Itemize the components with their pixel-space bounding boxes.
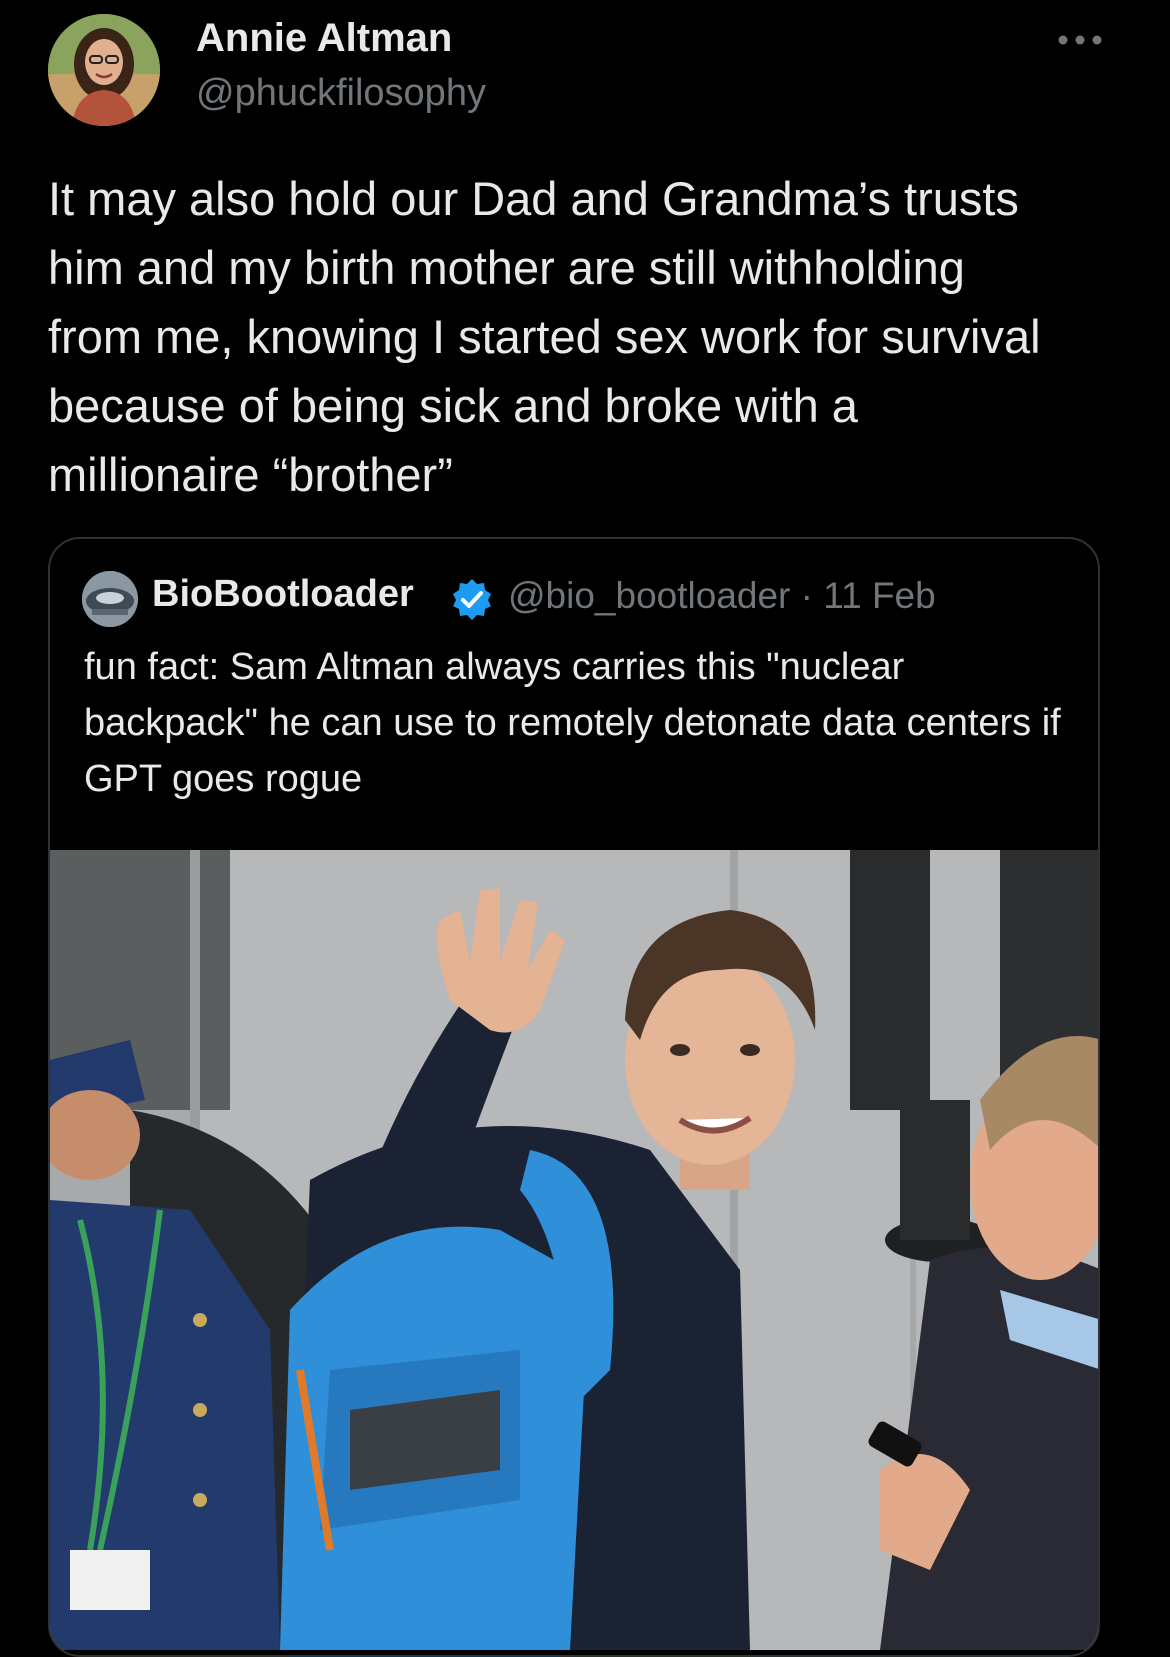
verified-badge-icon — [450, 577, 494, 621]
author-name[interactable]: Annie Altman — [196, 16, 452, 61]
more-horizontal-icon[interactable] — [1055, 28, 1105, 52]
quoted-author-avatar[interactable] — [82, 571, 138, 627]
quoted-handle-and-time[interactable]: @bio_bootloader · 11 Feb — [508, 575, 936, 617]
tweet-text: It may also hold our Dad and Grandma’s t… — [48, 172, 1041, 501]
quoted-tweet-photo[interactable] — [50, 850, 1098, 1650]
author-handle[interactable]: @phuckfilosophy — [196, 72, 486, 115]
quoted-tweet-text: fun fact: Sam Altman always carries this… — [84, 646, 1061, 800]
quoted-author-name[interactable]: BioBootloader — [152, 573, 414, 616]
quoted-tweet-card[interactable]: BioBootloader @bio_bootloader · 11 Feb f… — [48, 537, 1100, 1657]
tweet: Annie Altman @phuckfilosophy It may also… — [0, 0, 1170, 1657]
author-avatar[interactable] — [48, 14, 160, 126]
